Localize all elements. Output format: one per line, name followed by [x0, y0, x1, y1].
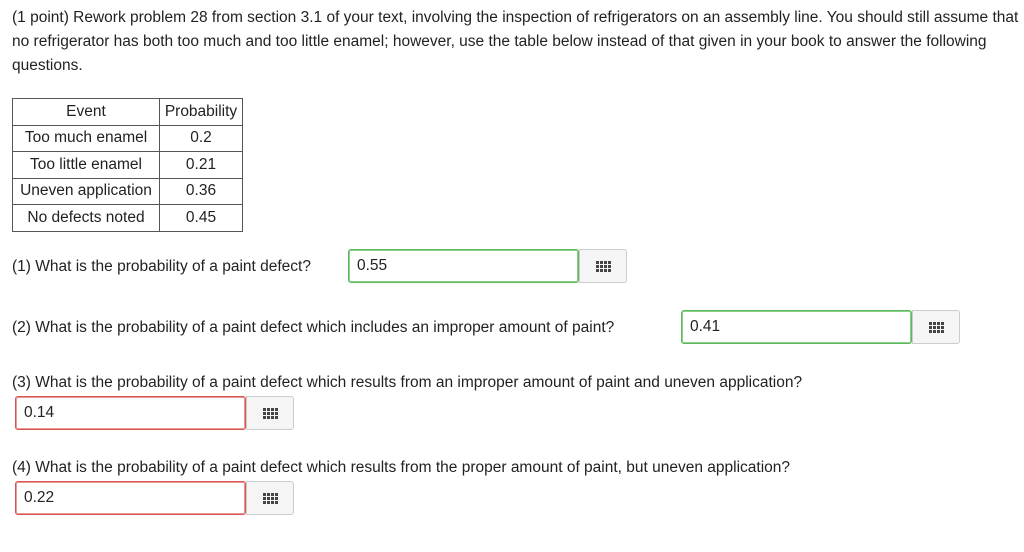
table-row: Uneven application 0.36 — [12, 177, 243, 205]
probability-cell: 0.21 — [159, 151, 243, 179]
question-4-text: (4) What is the probability of a paint d… — [12, 459, 791, 476]
table-row: No defects noted 0.45 — [12, 204, 243, 232]
equation-editor-button-1[interactable] — [579, 249, 627, 283]
problem-statement: (1 point) Rework problem 28 from section… — [12, 9, 1019, 74]
column-header-probability: Probability — [159, 98, 243, 126]
event-cell: Too much enamel — [12, 124, 160, 152]
equation-editor-button-2[interactable] — [912, 310, 960, 344]
grid-icon — [928, 321, 944, 333]
table-row: Too much enamel 0.2 — [12, 124, 243, 152]
question-2-text: (2) What is the probability of a paint d… — [12, 319, 615, 336]
event-cell: No defects noted — [12, 204, 160, 232]
grid-icon — [262, 407, 278, 419]
equation-editor-button-4[interactable] — [246, 481, 294, 515]
answer-4-input[interactable]: 0.22 — [15, 481, 246, 515]
probability-cell: 0.36 — [159, 177, 243, 205]
grid-icon — [262, 492, 278, 504]
grid-icon — [595, 260, 611, 272]
column-header-event: Event — [12, 98, 160, 126]
question-3-text: (3) What is the probability of a paint d… — [12, 374, 803, 391]
probability-table: Event Probability Too much enamel 0.2 To… — [12, 98, 243, 232]
event-cell: Uneven application — [12, 177, 160, 205]
answer-3-input[interactable]: 0.14 — [15, 396, 246, 430]
probability-cell: 0.45 — [159, 204, 243, 232]
table-header-row: Event Probability — [12, 98, 243, 126]
event-cell: Too little enamel — [12, 151, 160, 179]
answer-2-input[interactable]: 0.41 — [681, 310, 912, 344]
probability-cell: 0.2 — [159, 124, 243, 152]
answer-1-input[interactable]: 0.55 — [348, 249, 579, 283]
question-1-text: (1) What is the probability of a paint d… — [12, 258, 311, 275]
table-row: Too little enamel 0.21 — [12, 151, 243, 179]
equation-editor-button-3[interactable] — [246, 396, 294, 430]
